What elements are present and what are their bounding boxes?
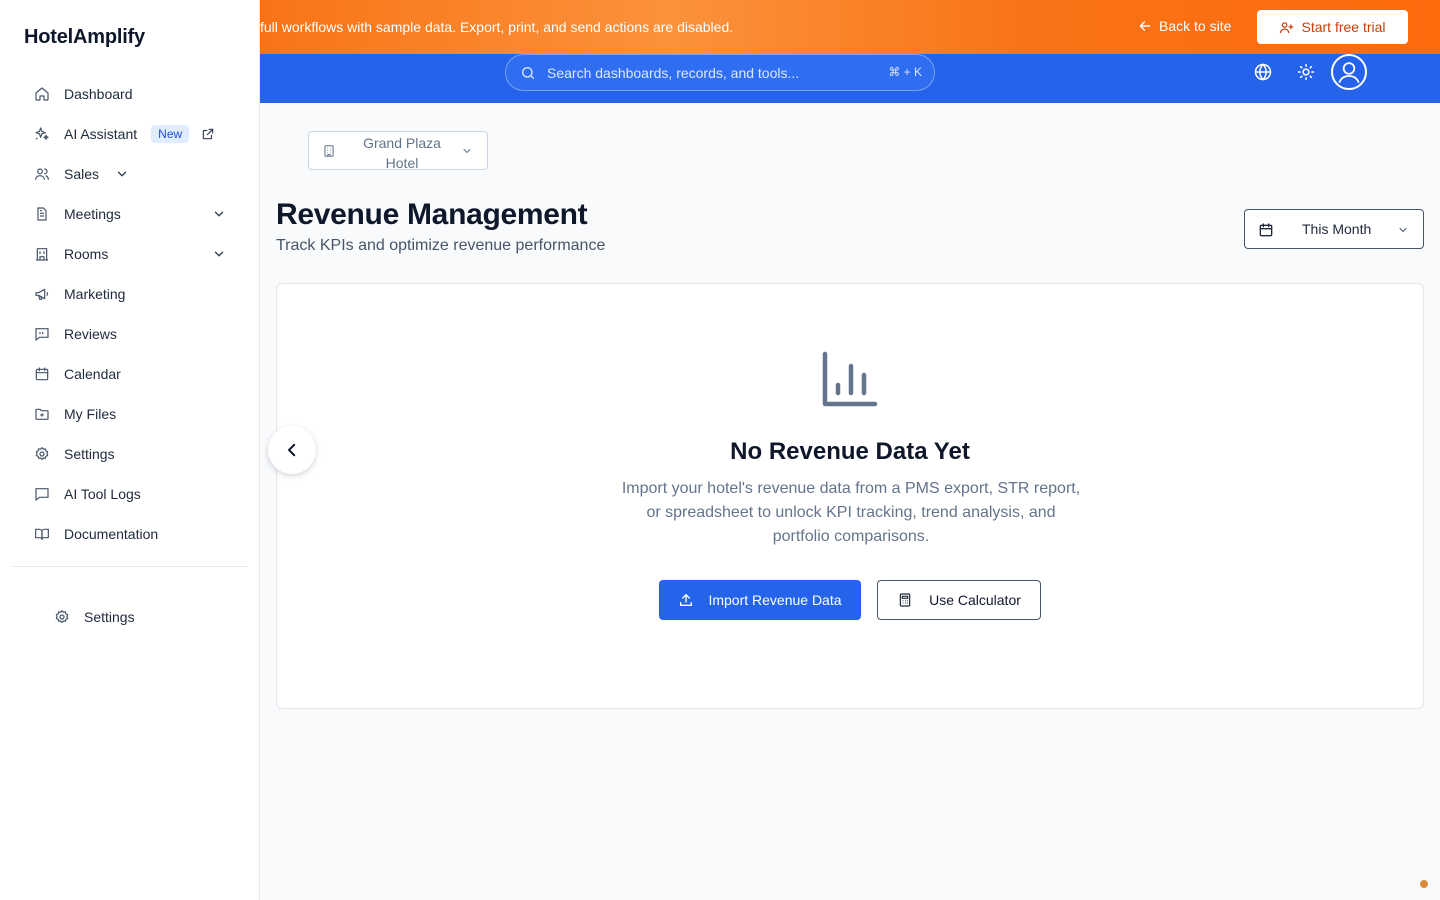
new-badge: New xyxy=(151,125,190,143)
gear-icon xyxy=(54,609,70,625)
sidebar-item-reviews[interactable]: Reviews xyxy=(12,314,248,354)
sidebar-item-label: AI Assistant xyxy=(64,126,138,142)
megaphone-icon xyxy=(34,286,50,302)
sidebar-item-label: Sales xyxy=(64,166,100,182)
message-icon xyxy=(34,486,50,502)
status-indicator xyxy=(1420,880,1428,888)
sidebar-item-ai-tool-logs[interactable]: AI Tool Logs xyxy=(12,474,248,514)
sidebar-item-label: AI Tool Logs xyxy=(64,486,141,502)
chevron-down-icon xyxy=(115,167,129,181)
sidebar-item-label: Documentation xyxy=(64,526,159,542)
brand-logo[interactable]: HotelAmplify xyxy=(24,26,145,49)
sidebar-divider xyxy=(12,566,247,567)
external-link-icon[interactable] xyxy=(201,127,215,141)
home-icon xyxy=(34,86,50,102)
chevron-down-icon xyxy=(1397,224,1409,236)
calculator-icon xyxy=(897,592,913,608)
search-shortcut: ⌘ + K xyxy=(888,65,922,79)
import-revenue-data-button[interactable]: Import Revenue Data xyxy=(659,580,861,620)
sidebar: HotelAmplify Dashboard AI Assistant New … xyxy=(0,0,260,900)
empty-state-description: Import your hotel's revenue data from a … xyxy=(621,480,1081,545)
hotel-selector-value: Grand Plaza Hotel xyxy=(363,135,441,171)
sidebar-item-label: Rooms xyxy=(64,246,109,262)
sidebar-item-meetings[interactable]: Meetings xyxy=(12,194,248,234)
sidebar-item-calendar[interactable]: Calendar xyxy=(12,354,248,394)
chat-quote-icon xyxy=(34,326,50,342)
start-free-trial-label: Start free trial xyxy=(1301,19,1386,35)
bottom-settings-label: Settings xyxy=(84,609,135,625)
sidebar-bottom-settings[interactable]: Settings xyxy=(54,606,135,628)
use-calculator-button[interactable]: Use Calculator xyxy=(877,580,1041,620)
sidebar-item-my-files[interactable]: My Files xyxy=(12,394,248,434)
chevron-left-icon xyxy=(288,443,296,457)
user-plus-icon xyxy=(1279,20,1294,35)
calendar-icon xyxy=(34,366,50,382)
sidebar-item-label: Settings xyxy=(64,446,115,462)
sidebar-item-sales[interactable]: Sales xyxy=(12,154,248,194)
sidebar-item-label: Marketing xyxy=(64,286,126,302)
sidebar-nav: Dashboard AI Assistant New Sales Meeting… xyxy=(12,74,248,554)
search-input[interactable] xyxy=(547,64,867,81)
sidebar-item-label: Reviews xyxy=(64,326,117,342)
back-to-site-label: Back to site xyxy=(1159,18,1232,34)
empty-state-title: No Revenue Data Yet xyxy=(730,438,970,465)
search-box[interactable]: ⌘ + K xyxy=(505,54,935,91)
sidebar-item-label: Dashboard xyxy=(64,86,133,102)
avatar[interactable] xyxy=(1331,54,1367,90)
demo-banner: full workflows with sample data. Export,… xyxy=(260,0,1440,54)
sidebar-item-rooms[interactable]: Rooms xyxy=(12,234,248,274)
top-bar: ⌘ + K xyxy=(260,54,1440,103)
page-subtitle: Track KPIs and optimize revenue performa… xyxy=(276,237,606,254)
chevron-down-icon xyxy=(212,207,226,221)
search-icon xyxy=(520,65,536,81)
sparkles-icon xyxy=(34,126,50,142)
import-revenue-data-label: Import Revenue Data xyxy=(708,592,842,608)
calendar-icon xyxy=(1258,222,1274,238)
sidebar-item-label: Calendar xyxy=(64,366,121,382)
empty-state-card: No Revenue Data Yet Import your hotel's … xyxy=(276,283,1424,709)
page-title: Revenue Management xyxy=(276,198,588,231)
sidebar-item-dashboard[interactable]: Dashboard xyxy=(12,74,248,114)
back-to-site-link[interactable]: Back to site xyxy=(1138,18,1231,34)
building-icon xyxy=(322,144,336,158)
sidebar-item-settings[interactable]: Settings xyxy=(12,434,248,474)
sun-icon[interactable] xyxy=(1296,62,1316,82)
hotel-selector[interactable]: Grand Plaza Hotel xyxy=(308,131,488,171)
banner-text: full workflows with sample data. Export,… xyxy=(260,19,734,35)
date-range-selector[interactable]: This Month xyxy=(1244,209,1424,249)
sidebar-item-label: Meetings xyxy=(64,206,121,222)
globe-icon[interactable] xyxy=(1253,62,1273,82)
user-icon xyxy=(1338,62,1360,84)
chevron-down-icon xyxy=(212,247,226,261)
sidebar-item-label: My Files xyxy=(64,406,117,422)
sidebar-item-ai-assistant[interactable]: AI Assistant New xyxy=(12,114,248,154)
arrow-left-icon xyxy=(1138,19,1152,33)
start-free-trial-button[interactable]: Start free trial xyxy=(1257,10,1408,44)
chevron-down-icon xyxy=(461,145,473,157)
building-icon xyxy=(34,246,50,262)
document-icon xyxy=(34,206,50,222)
sidebar-item-documentation[interactable]: Documentation xyxy=(12,514,248,554)
book-icon xyxy=(34,526,50,542)
gear-icon xyxy=(34,446,50,462)
upload-icon xyxy=(678,592,694,608)
sidebar-item-marketing[interactable]: Marketing xyxy=(12,274,248,314)
use-calculator-label: Use Calculator xyxy=(929,592,1021,608)
users-icon xyxy=(34,166,50,182)
date-range-value: This Month xyxy=(1302,221,1372,237)
sidebar-collapse-button[interactable] xyxy=(268,426,316,474)
bar-chart-icon xyxy=(822,351,880,409)
folder-icon xyxy=(34,406,50,422)
